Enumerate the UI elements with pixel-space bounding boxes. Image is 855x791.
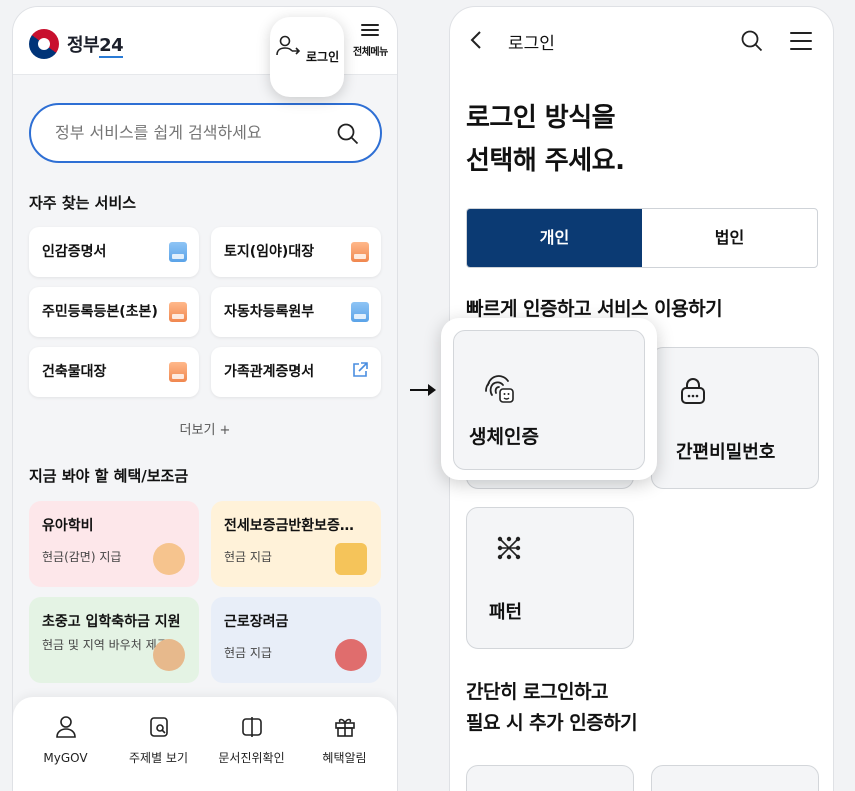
back-chevron-icon[interactable]	[468, 29, 484, 51]
document-icon	[169, 302, 187, 322]
biometric-card[interactable]	[453, 330, 645, 470]
nav-benefit-alerts[interactable]: 혜택알림	[300, 715, 390, 791]
login-type-tabs: 개인 법인	[466, 208, 818, 268]
search-icon[interactable]	[336, 122, 360, 146]
document-verify-icon	[241, 717, 262, 737]
service-item[interactable]: 가족관계증명서	[211, 347, 381, 397]
benefit-card[interactable]: 근로장려금 현금 지급	[211, 597, 381, 683]
all-menu-label: 전체메뉴	[353, 47, 388, 58]
service-item[interactable]: 인감증명서	[29, 227, 199, 277]
frequent-services-title: 자주 찾는 서비스	[29, 194, 137, 212]
bottom-navigation: MyGOV 주제별 보기 문서진위확인 혜택알림	[13, 697, 397, 791]
pattern-icon	[497, 536, 521, 560]
document-icon	[169, 362, 187, 382]
taegeuk-logo-icon	[29, 29, 59, 59]
login-label: 로그인	[305, 50, 340, 64]
topic-icon	[149, 717, 168, 737]
page-title: 로그인	[508, 34, 555, 54]
more-button[interactable]: 더보기 +	[13, 419, 397, 438]
simple-login-title: 간단히 로그인하고 필요 시 추가 인증하기	[466, 681, 638, 735]
benefits-title: 지금 봐야 할 혜택/보조금	[29, 467, 189, 485]
login-option-card[interactable]	[466, 765, 634, 791]
login-headline: 로그인 방식을 선택해 주세요.	[466, 103, 625, 176]
search-icon[interactable]	[740, 29, 764, 53]
document-icon	[351, 242, 369, 262]
gov24-logo[interactable]: 정부24	[29, 29, 124, 59]
user-icon	[55, 716, 76, 738]
service-item[interactable]: 토지(임야)대장	[211, 227, 381, 277]
hamburger-icon[interactable]	[790, 32, 812, 56]
pattern-card[interactable]: 패턴	[466, 507, 634, 649]
student-illustration-icon	[153, 639, 185, 671]
external-link-icon	[353, 362, 368, 377]
benefit-card[interactable]: 전세보증금반환보증… 현금 지급	[211, 501, 381, 587]
service-item[interactable]: 주민등록등본(초본)	[29, 287, 199, 337]
login-header: 로그인	[450, 7, 833, 75]
login-option-card[interactable]	[651, 765, 819, 791]
gift-icon	[334, 718, 355, 737]
search-input[interactable]	[55, 123, 325, 142]
login-button[interactable]: 로그인	[270, 17, 344, 97]
logo-number: 24	[99, 35, 124, 58]
nav-document-verify[interactable]: 문서진위확인	[207, 715, 297, 791]
service-item[interactable]: 건축물대장	[29, 347, 199, 397]
simple-password-card[interactable]: 간편비밀번호	[651, 347, 819, 489]
tab-corporate[interactable]: 법인	[642, 209, 817, 267]
biometric-label: 생체인증	[469, 426, 539, 448]
child-illustration-icon	[153, 543, 185, 575]
document-icon	[351, 302, 369, 322]
fingerprint-face-icon	[485, 375, 514, 403]
nav-mygov[interactable]: MyGOV	[21, 715, 111, 791]
service-item[interactable]: 자동차등록원부	[211, 287, 381, 337]
tab-personal[interactable]: 개인	[467, 209, 642, 267]
logo-text: 정부	[67, 35, 100, 56]
lock-icon	[681, 378, 705, 404]
benefit-card[interactable]: 유아학비 현금(감면) 지급	[29, 501, 199, 587]
hamburger-icon	[361, 24, 380, 36]
main-screen: 정부24 전체메뉴 로그인 자주 찾는 서비스 인감증명서 토지(임야)대장 주…	[12, 6, 398, 791]
nav-topics[interactable]: 주제별 보기	[114, 715, 204, 791]
money-bag-icon	[335, 639, 367, 671]
all-menu-button[interactable]: 전체메뉴	[353, 21, 388, 59]
arrow-right-icon	[410, 384, 436, 396]
biometric-highlight: 생체인증	[441, 318, 657, 480]
discount-tag-icon	[335, 543, 367, 575]
search-bar[interactable]	[29, 103, 382, 163]
document-icon	[169, 242, 187, 262]
benefit-card[interactable]: 초중고 입학축하금 지원 현금 및 지역 바우처 제공	[29, 597, 199, 683]
login-user-icon	[276, 35, 301, 56]
